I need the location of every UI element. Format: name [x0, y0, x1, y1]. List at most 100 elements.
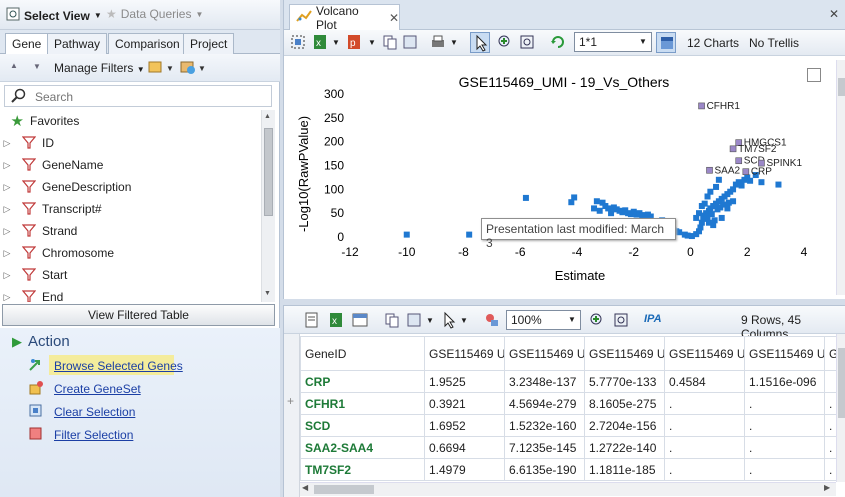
- data-point[interactable]: [730, 198, 737, 205]
- table-v-scrollbar[interactable]: [836, 334, 845, 482]
- search-box[interactable]: [4, 85, 272, 107]
- table-cell[interactable]: 1.9525: [424, 370, 505, 393]
- excel-export-icon[interactable]: x: [328, 312, 344, 331]
- table-cell[interactable]: .: [664, 458, 745, 481]
- zoom-select[interactable]: 100% ▼: [506, 310, 581, 330]
- zoom-in-icon[interactable]: [589, 312, 605, 331]
- data-point[interactable]: [708, 211, 715, 218]
- table-row[interactable]: CRP 1.9525 3.2348e-137 5.7770e-133 0.4584 1.1…: [300, 370, 841, 393]
- list-item-filter[interactable]: ▷ ID: [0, 133, 260, 153]
- highlighted-point[interactable]: [742, 168, 750, 175]
- gene-id-cell[interactable]: CFHR1: [300, 392, 425, 415]
- data-point[interactable]: [718, 214, 725, 221]
- table-cell[interactable]: 8.1605e-275: [584, 392, 665, 415]
- refresh-icon[interactable]: [550, 34, 566, 53]
- expand-arrow-icon[interactable]: ▷: [0, 160, 14, 171]
- search-input[interactable]: [35, 88, 265, 105]
- column-header[interactable]: GSE115469 UMI GPL167...: [664, 336, 745, 371]
- expand-plus-icon[interactable]: +: [287, 394, 294, 408]
- scroll-right-icon[interactable]: ▶: [824, 483, 830, 492]
- table-row[interactable]: SAA2-SAA4 0.6694 7.1235e-145 1.2722e-140...: [300, 436, 841, 459]
- labeled-points[interactable]: CFHR1HMGCS1TM7SF2SCD SPINK1SAA2 CRP: [698, 101, 803, 178]
- table-cell[interactable]: .: [744, 436, 825, 459]
- copy-icon[interactable]: [382, 34, 398, 53]
- data-point[interactable]: [676, 229, 683, 236]
- chart-checkbox[interactable]: [807, 68, 821, 82]
- tab-comparison[interactable]: Comparison: [108, 33, 187, 54]
- tab-volcano-plot[interactable]: Volcano Plot ✕: [289, 4, 400, 32]
- list-item-filter[interactable]: ▷ Transcript#: [0, 199, 260, 219]
- table-cell[interactable]: 2.7204e-156: [584, 414, 665, 437]
- scroll-thumb[interactable]: [264, 128, 273, 216]
- pointer-tool-button[interactable]: [470, 32, 490, 53]
- table-row[interactable]: TM7SF2 1.4979 6.6135e-190 1.1811e-185...: [300, 458, 841, 481]
- table-cell[interactable]: .: [664, 414, 745, 437]
- table-cell[interactable]: .: [664, 436, 745, 459]
- table-cell[interactable]: 1.2722e-140: [584, 436, 665, 459]
- table-cell[interactable]: .: [744, 414, 825, 437]
- table-cell[interactable]: .: [744, 392, 825, 415]
- table-row[interactable]: CFHR1 0.3921 4.5694e-279 8.1605e-275...: [300, 392, 841, 415]
- browse-selected-genes-link[interactable]: Browse Selected Genes: [54, 359, 183, 373]
- list-item-filter[interactable]: ▷ GeneDescription: [0, 177, 260, 197]
- list-item-filter[interactable]: ▷ End: [0, 287, 260, 302]
- scroll-thumb[interactable]: [838, 348, 845, 418]
- table-cell[interactable]: 6.6135e-190: [504, 458, 585, 481]
- scroll-thumb[interactable]: [314, 485, 374, 494]
- paste-icon[interactable]: [402, 34, 418, 53]
- list-item-filter[interactable]: ▷ Strand: [0, 221, 260, 241]
- list-item-filter[interactable]: ▷ Start: [0, 265, 260, 285]
- data-point[interactable]: [591, 205, 598, 212]
- text-export-icon[interactable]: [304, 312, 320, 331]
- scroll-left-icon[interactable]: ◀: [302, 483, 308, 492]
- powerpoint-export-icon[interactable]: p: [346, 34, 362, 53]
- filter-list-scrollbar[interactable]: ▲ ▼: [261, 110, 275, 302]
- column-header[interactable]: GSE115469 UMI GPL167...: [584, 336, 665, 371]
- list-item-filter[interactable]: ▷ GeneName: [0, 155, 260, 175]
- trellis-button[interactable]: No Trellis: [749, 36, 799, 50]
- table-cell[interactable]: 5.7770e-133: [584, 370, 665, 393]
- gene-id-cell[interactable]: CRP: [300, 370, 425, 393]
- data-point[interactable]: [738, 182, 745, 189]
- chevron-down-icon[interactable]: ▼: [450, 38, 458, 47]
- copy-icon[interactable]: [384, 312, 400, 331]
- expand-arrow-icon[interactable]: ▷: [0, 204, 14, 215]
- data-point[interactable]: [707, 188, 714, 195]
- table-cell[interactable]: .: [744, 458, 825, 481]
- data-point[interactable]: [466, 231, 473, 238]
- paste-icon[interactable]: [406, 312, 422, 331]
- data-point[interactable]: [693, 214, 700, 221]
- tab-gene[interactable]: Gene: [5, 33, 49, 54]
- fit-zoom-icon[interactable]: [613, 312, 629, 331]
- data-point[interactable]: [608, 210, 615, 217]
- scroll-down-icon[interactable]: ▼: [264, 290, 271, 297]
- chevron-down-icon[interactable]: ▼: [460, 316, 468, 325]
- print-icon[interactable]: [429, 34, 447, 53]
- column-header[interactable]: GSE115469 UMI GPL167...: [744, 336, 825, 371]
- table-cell[interactable]: 0.3921: [424, 392, 505, 415]
- highlighted-point[interactable]: [729, 145, 737, 153]
- table-cell[interactable]: .: [664, 392, 745, 415]
- highlighted-point[interactable]: [735, 157, 743, 165]
- select-view-button[interactable]: Select View ▼: [6, 7, 102, 24]
- tab-project[interactable]: Project: [183, 33, 235, 54]
- expand-arrow-icon[interactable]: ▷: [0, 138, 14, 149]
- gene-id-cell[interactable]: SCD: [300, 414, 425, 437]
- highlighted-point[interactable]: [698, 102, 705, 110]
- data-queries-button[interactable]: ★ Data Queries ▼: [106, 7, 203, 21]
- data-point[interactable]: [593, 198, 600, 205]
- manage-filters-button[interactable]: Manage Filters ▼: [54, 61, 145, 75]
- chart-scrollbar[interactable]: [836, 60, 845, 295]
- table-h-scrollbar[interactable]: ◀ ▶: [300, 482, 836, 496]
- clear-selection-link[interactable]: Clear Selection: [54, 405, 135, 419]
- close-icon[interactable]: ✕: [389, 11, 399, 25]
- table-cell[interactable]: 1.5232e-160: [504, 414, 585, 437]
- table-cell[interactable]: 0.6694: [424, 436, 505, 459]
- chevron-down-icon[interactable]: ▼: [332, 38, 340, 47]
- column-header[interactable]: GSE115469 UMI GPL167...: [424, 336, 505, 371]
- table-cell[interactable]: 7.1235e-145: [504, 436, 585, 459]
- data-point[interactable]: [698, 203, 705, 210]
- table-cell[interactable]: 1.1516e-096: [744, 370, 825, 393]
- data-point[interactable]: [403, 231, 410, 238]
- pointer-icon[interactable]: [441, 311, 457, 332]
